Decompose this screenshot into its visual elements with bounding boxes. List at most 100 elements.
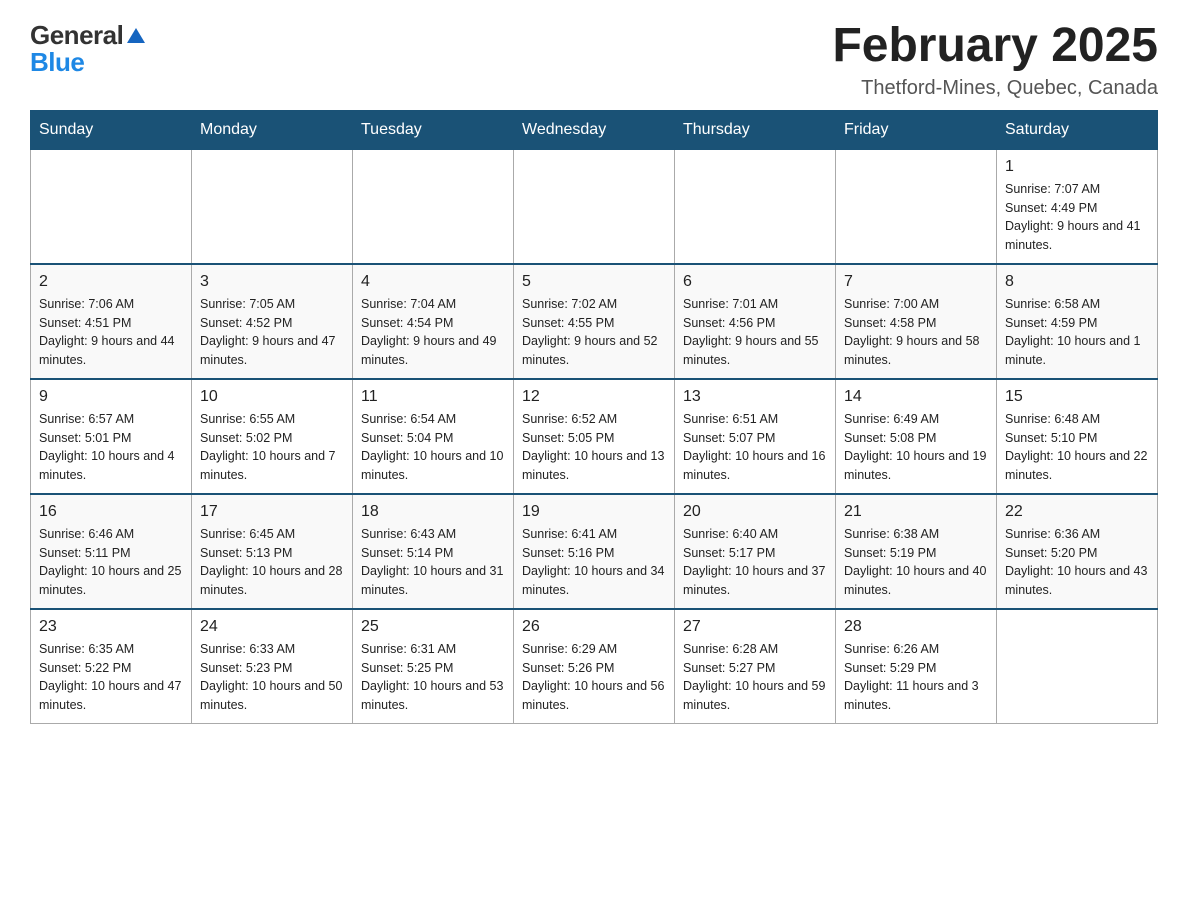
day-info: Sunrise: 6:52 AM Sunset: 5:05 PM Dayligh… — [522, 410, 666, 485]
calendar-cell: 23 Sunrise: 6:35 AM Sunset: 5:22 PM Dayli… — [31, 609, 192, 724]
day-number: 14 — [844, 388, 988, 406]
calendar-cell: 19Sunrise: 6:41 AM Sunset: 5:16 PM Dayli… — [514, 494, 675, 609]
calendar-cell: 26 Sunrise: 6:29 AM Sunset: 5:26 PM Dayli… — [514, 609, 675, 724]
day-number: 16 — [39, 503, 183, 521]
calendar-cell: 18 Sunrise: 6:43 AM Sunset: 5:14 PM Dayli… — [353, 494, 514, 609]
day-info: Sunrise: 6:26 AM Sunset: 5:29 PM Dayligh… — [844, 640, 988, 715]
calendar-row: 23 Sunrise: 6:35 AM Sunset: 5:22 PM Dayli… — [31, 609, 1158, 724]
day-number: 17 — [200, 503, 344, 521]
day-number: 2 — [39, 273, 183, 291]
weekday-header-wednesday: Wednesday — [514, 110, 675, 149]
day-info: Sunrise: 6:29 AM Sunset: 5:26 PM Dayligh… — [522, 640, 666, 715]
calendar-row: 16 Sunrise: 6:46 AM Sunset: 5:11 PM Dayli… — [31, 494, 1158, 609]
calendar-cell: 22 Sunrise: 6:36 AM Sunset: 5:20 PM Dayli… — [997, 494, 1158, 609]
calendar-cell: 15 Sunrise: 6:48 AM Sunset: 5:10 PM Dayli… — [997, 379, 1158, 494]
day-number: 10 — [200, 388, 344, 406]
day-info: Sunrise: 6:51 AM Sunset: 5:07 PM Dayligh… — [683, 410, 827, 485]
day-info: Sunrise: 6:46 AM Sunset: 5:11 PM Dayligh… — [39, 525, 183, 600]
day-number: 9 — [39, 388, 183, 406]
calendar-cell: 6 Sunrise: 7:01 AM Sunset: 4:56 PM Daylig… — [675, 264, 836, 379]
calendar-cell: 4Sunrise: 7:04 AM Sunset: 4:54 PM Daylig… — [353, 264, 514, 379]
weekday-header-thursday: Thursday — [675, 110, 836, 149]
day-number: 11 — [361, 388, 505, 406]
day-info: Sunrise: 6:40 AM Sunset: 5:17 PM Dayligh… — [683, 525, 827, 600]
day-number: 27 — [683, 618, 827, 636]
day-number: 28 — [844, 618, 988, 636]
calendar-cell: 1Sunrise: 7:07 AM Sunset: 4:49 PM Daylig… — [997, 149, 1158, 264]
calendar-cell — [997, 609, 1158, 724]
day-info: Sunrise: 7:00 AM Sunset: 4:58 PM Dayligh… — [844, 295, 988, 370]
calendar-cell: 13 Sunrise: 6:51 AM Sunset: 5:07 PM Dayli… — [675, 379, 836, 494]
day-info: Sunrise: 6:36 AM Sunset: 5:20 PM Dayligh… — [1005, 525, 1149, 600]
weekday-header-saturday: Saturday — [997, 110, 1158, 149]
weekday-header-friday: Friday — [836, 110, 997, 149]
day-number: 20 — [683, 503, 827, 521]
calendar-cell: 10Sunrise: 6:55 AM Sunset: 5:02 PM Dayli… — [192, 379, 353, 494]
calendar-row: 2 Sunrise: 7:06 AM Sunset: 4:51 PM Daylig… — [31, 264, 1158, 379]
day-number: 5 — [522, 273, 666, 291]
calendar-table: SundayMondayTuesdayWednesdayThursdayFrid… — [30, 110, 1158, 724]
logo-blue-text: Blue — [30, 47, 84, 78]
calendar-cell — [353, 149, 514, 264]
day-number: 26 — [522, 618, 666, 636]
day-info: Sunrise: 7:06 AM Sunset: 4:51 PM Dayligh… — [39, 295, 183, 370]
title-section: February 2025 Thetford-Mines, Quebec, Ca… — [832, 20, 1158, 100]
day-info: Sunrise: 7:02 AM Sunset: 4:55 PM Dayligh… — [522, 295, 666, 370]
day-info: Sunrise: 6:43 AM Sunset: 5:14 PM Dayligh… — [361, 525, 505, 600]
day-number: 25 — [361, 618, 505, 636]
calendar-cell: 3 Sunrise: 7:05 AM Sunset: 4:52 PM Daylig… — [192, 264, 353, 379]
day-number: 13 — [683, 388, 827, 406]
calendar-cell: 12 Sunrise: 6:52 AM Sunset: 5:05 PM Dayli… — [514, 379, 675, 494]
day-info: Sunrise: 6:54 AM Sunset: 5:04 PM Dayligh… — [361, 410, 505, 485]
calendar-cell: 5 Sunrise: 7:02 AM Sunset: 4:55 PM Daylig… — [514, 264, 675, 379]
day-number: 21 — [844, 503, 988, 521]
weekday-header-monday: Monday — [192, 110, 353, 149]
calendar-row: 9 Sunrise: 6:57 AM Sunset: 5:01 PM Daylig… — [31, 379, 1158, 494]
page-header: General Blue February 2025 Thetford-Mine… — [30, 20, 1158, 100]
calendar-cell: 20 Sunrise: 6:40 AM Sunset: 5:17 PM Dayli… — [675, 494, 836, 609]
day-info: Sunrise: 6:57 AM Sunset: 5:01 PM Dayligh… — [39, 410, 183, 485]
calendar-cell — [675, 149, 836, 264]
location-title: Thetford-Mines, Quebec, Canada — [832, 77, 1158, 100]
calendar-cell: 8 Sunrise: 6:58 AM Sunset: 4:59 PM Daylig… — [997, 264, 1158, 379]
day-info: Sunrise: 6:38 AM Sunset: 5:19 PM Dayligh… — [844, 525, 988, 600]
weekday-header-sunday: Sunday — [31, 110, 192, 149]
day-info: Sunrise: 6:33 AM Sunset: 5:23 PM Dayligh… — [200, 640, 344, 715]
day-info: Sunrise: 6:48 AM Sunset: 5:10 PM Dayligh… — [1005, 410, 1149, 485]
calendar-cell: 14 Sunrise: 6:49 AM Sunset: 5:08 PM Dayli… — [836, 379, 997, 494]
weekday-header-tuesday: Tuesday — [353, 110, 514, 149]
logo-triangle-icon — [125, 25, 147, 47]
day-number: 7 — [844, 273, 988, 291]
day-info: Sunrise: 6:31 AM Sunset: 5:25 PM Dayligh… — [361, 640, 505, 715]
day-number: 18 — [361, 503, 505, 521]
calendar-cell: 25 Sunrise: 6:31 AM Sunset: 5:25 PM Dayli… — [353, 609, 514, 724]
logo: General Blue — [30, 20, 147, 78]
day-info: Sunrise: 7:01 AM Sunset: 4:56 PM Dayligh… — [683, 295, 827, 370]
calendar-cell: 7 Sunrise: 7:00 AM Sunset: 4:58 PM Daylig… — [836, 264, 997, 379]
calendar-row: 1Sunrise: 7:07 AM Sunset: 4:49 PM Daylig… — [31, 149, 1158, 264]
day-number: 8 — [1005, 273, 1149, 291]
day-info: Sunrise: 7:04 AM Sunset: 4:54 PM Dayligh… — [361, 295, 505, 370]
day-number: 3 — [200, 273, 344, 291]
day-number: 23 — [39, 618, 183, 636]
month-title: February 2025 — [832, 20, 1158, 73]
day-info: Sunrise: 7:05 AM Sunset: 4:52 PM Dayligh… — [200, 295, 344, 370]
day-number: 6 — [683, 273, 827, 291]
calendar-cell: 24Sunrise: 6:33 AM Sunset: 5:23 PM Dayli… — [192, 609, 353, 724]
calendar-cell — [514, 149, 675, 264]
day-info: Sunrise: 6:49 AM Sunset: 5:08 PM Dayligh… — [844, 410, 988, 485]
day-number: 22 — [1005, 503, 1149, 521]
calendar-cell: 28 Sunrise: 6:26 AM Sunset: 5:29 PM Dayli… — [836, 609, 997, 724]
day-info: Sunrise: 6:41 AM Sunset: 5:16 PM Dayligh… — [522, 525, 666, 600]
calendar-cell: 16 Sunrise: 6:46 AM Sunset: 5:11 PM Dayli… — [31, 494, 192, 609]
weekday-header-row: SundayMondayTuesdayWednesdayThursdayFrid… — [31, 110, 1158, 149]
day-info: Sunrise: 6:35 AM Sunset: 5:22 PM Dayligh… — [39, 640, 183, 715]
calendar-cell: 27Sunrise: 6:28 AM Sunset: 5:27 PM Dayli… — [675, 609, 836, 724]
day-number: 12 — [522, 388, 666, 406]
day-info: Sunrise: 6:45 AM Sunset: 5:13 PM Dayligh… — [200, 525, 344, 600]
calendar-cell — [192, 149, 353, 264]
day-info: Sunrise: 6:58 AM Sunset: 4:59 PM Dayligh… — [1005, 295, 1149, 370]
calendar-cell — [836, 149, 997, 264]
day-number: 15 — [1005, 388, 1149, 406]
day-number: 1 — [1005, 158, 1149, 176]
